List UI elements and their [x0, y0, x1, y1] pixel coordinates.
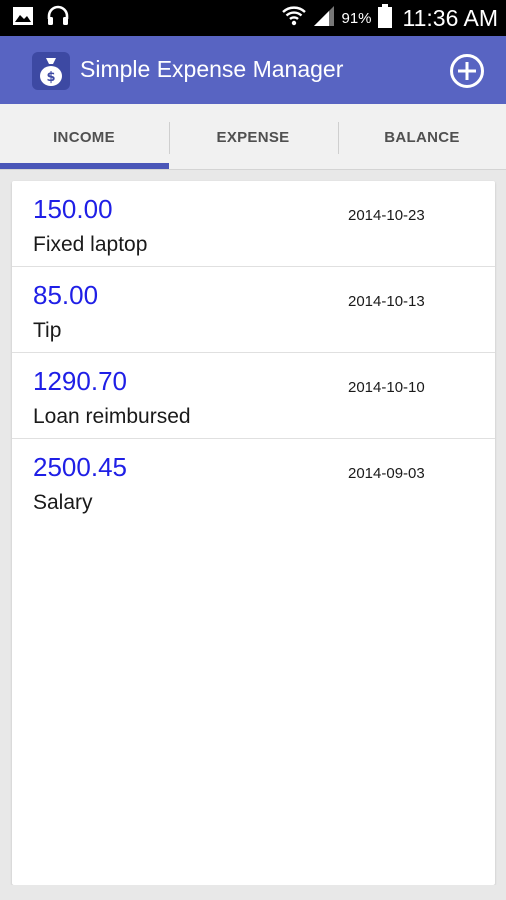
selected-tab-indicator [0, 163, 169, 169]
app-title: Simple Expense Manager [80, 56, 344, 82]
entry-amount: 2500.45 [33, 452, 127, 482]
image-notification-icon [12, 6, 34, 31]
list-item[interactable]: 85.00 2014-10-13 Tip [12, 267, 495, 353]
entry-amount: 85.00 [33, 280, 99, 310]
entry-description: Tip [33, 319, 62, 342]
entry-date: 2014-10-23 [348, 207, 425, 224]
entry-description: Salary [33, 491, 93, 514]
entry-date: 2014-10-10 [348, 379, 425, 396]
headset-icon [46, 5, 70, 32]
wifi-icon [281, 4, 307, 33]
tab-bar: INCOME EXPENSE BALANCE [0, 104, 506, 170]
add-circle-icon[interactable] [449, 53, 485, 89]
list-item[interactable]: 1290.70 2014-10-10 Loan reimbursed [12, 353, 495, 439]
battery-icon [377, 3, 392, 33]
status-bar: 91% 11:36 AM [0, 0, 506, 36]
entry-date: 2014-10-13 [348, 293, 425, 310]
battery-percent: 91% [341, 9, 372, 27]
income-list: 150.00 2014-10-23 Fixed laptop 85.00 201… [12, 181, 495, 885]
entry-description: Fixed laptop [33, 233, 148, 256]
tab-expense[interactable]: EXPENSE [169, 104, 337, 170]
tab-income[interactable]: INCOME [0, 104, 168, 170]
status-time: 11:36 AM [402, 4, 498, 31]
entry-date: 2014-09-03 [348, 465, 425, 482]
money-bag-icon: $ [32, 52, 70, 90]
status-bar-notifications [12, 0, 70, 36]
svg-text:$: $ [46, 70, 55, 85]
entry-description: Loan reimbursed [33, 405, 191, 428]
app-bar: $ Simple Expense Manager [0, 36, 506, 104]
status-bar-system: 91% 11:36 AM [281, 0, 498, 36]
entry-amount: 150.00 [33, 194, 113, 224]
signal-icon [312, 5, 336, 32]
bottom-background [0, 885, 506, 900]
entry-amount: 1290.70 [33, 366, 127, 396]
list-item[interactable]: 150.00 2014-10-23 Fixed laptop [12, 181, 495, 267]
tab-balance[interactable]: BALANCE [338, 104, 506, 170]
list-item[interactable]: 2500.45 2014-09-03 Salary [12, 439, 495, 525]
